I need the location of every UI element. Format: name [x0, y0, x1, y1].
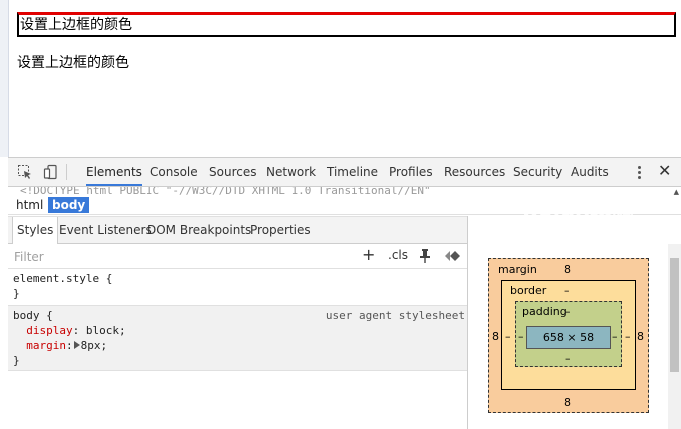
subtab-properties[interactable]: Properties — [250, 217, 311, 243]
close-devtools-icon[interactable]: ✕ — [658, 162, 671, 180]
breadcrumb-html[interactable]: html — [12, 197, 47, 213]
margin-right-value[interactable]: 8 — [637, 330, 644, 343]
rendered-page: 设置上边框的颜色 设置上边框的颜色 — [0, 0, 681, 157]
body-selector[interactable]: body { — [13, 308, 53, 323]
demo-paragraph: 设置上边框的颜色 — [17, 55, 129, 71]
margin-bottom-value[interactable]: 8 — [564, 396, 571, 409]
declaration-margin[interactable]: margin: 8px; — [13, 338, 107, 353]
watermark-url: jingyan.baidu.com — [526, 230, 628, 243]
inspect-element-icon[interactable] — [16, 163, 34, 181]
animations-toggle-icon[interactable] — [444, 248, 460, 262]
more-options-icon[interactable] — [634, 163, 644, 181]
tab-security[interactable]: Security — [513, 158, 562, 186]
styles-filter-input[interactable] — [12, 247, 346, 267]
padding-top-value[interactable]: – — [565, 305, 571, 318]
padding-bottom-value[interactable]: – — [565, 352, 571, 365]
subtab-styles[interactable]: Styles — [12, 217, 59, 244]
element-style-rule: element.style { } — [8, 269, 467, 306]
pane-divider[interactable] — [467, 216, 468, 429]
styles-scrollbar[interactable] — [668, 244, 681, 429]
demo-box-text: 设置上边框的颜色 — [20, 17, 132, 33]
watermark-logo: Baidu经验 — [522, 206, 634, 231]
breadcrumb-body[interactable]: body — [48, 197, 90, 213]
tab-audits[interactable]: Audits — [571, 158, 609, 186]
margin-left-value[interactable]: 8 — [492, 330, 499, 343]
tab-console[interactable]: Console — [150, 158, 198, 186]
prop-value: block; — [85, 324, 126, 337]
border-right-value[interactable]: – — [625, 330, 631, 343]
left-gutter — [0, 0, 9, 157]
rule-origin-label: user agent stylesheet — [325, 309, 465, 322]
device-mode-icon[interactable] — [42, 163, 60, 181]
box-model-border: border – – – padding – – – – 658 × 58 — [501, 280, 636, 390]
border-top-value[interactable]: – — [564, 284, 570, 297]
prop-colon: : — [66, 339, 73, 352]
declaration-display[interactable]: display: block; — [13, 323, 126, 338]
tab-sources[interactable]: Sources — [209, 158, 256, 186]
margin-top-value[interactable]: 8 — [564, 263, 571, 276]
devtools-panel: Elements Console Sources Network Timelin… — [8, 157, 681, 429]
box-model-margin: margin 8 8 8 8 border – – – padding – – … — [488, 258, 649, 413]
prop-name: margin — [26, 339, 66, 352]
baidu-watermark: Baidu经验 jingyan.baidu.com — [522, 200, 672, 260]
subtab-event-listeners[interactable]: Event Listeners — [59, 217, 152, 243]
styles-subtabs: Styles Event Listeners DOM Breakpoints P… — [8, 216, 467, 244]
element-style-close: } — [13, 287, 20, 300]
new-style-rule-button[interactable]: + — [362, 245, 375, 264]
demo-bordered-div: 设置上边框的颜色 — [17, 12, 676, 37]
prop-value: 8px; — [80, 339, 108, 352]
element-style-selector[interactable]: element.style { — [13, 271, 112, 286]
tab-timeline[interactable]: Timeline — [327, 158, 378, 186]
scroll-up-arrow-icon[interactable]: ▲ — [674, 188, 679, 196]
toolbar-separator — [66, 164, 67, 180]
tab-elements[interactable]: Elements — [86, 158, 142, 186]
padding-label: padding — [522, 305, 567, 318]
styles-rules-pane: element.style { } body { user agent styl… — [8, 269, 467, 429]
prop-name: display — [26, 324, 73, 337]
tab-network[interactable]: Network — [266, 158, 316, 186]
prop-colon: : — [72, 324, 86, 337]
body-rule-close: } — [13, 354, 20, 367]
toggle-classes-button[interactable]: .cls — [388, 248, 408, 262]
styles-filter-bar: + .cls — [8, 244, 467, 269]
expand-shorthand-triangle-icon[interactable] — [73, 341, 80, 349]
subtab-dom-breakpoints[interactable]: DOM Breakpoints — [147, 217, 251, 243]
tab-profiles[interactable]: Profiles — [389, 158, 433, 186]
devtools-tabbar: Elements Console Sources Network Timelin… — [8, 158, 681, 187]
force-state-pin-icon[interactable] — [420, 248, 430, 263]
body-style-rule: body { user agent stylesheet display: bl… — [8, 306, 467, 371]
border-label: border — [510, 284, 547, 297]
border-left-value[interactable]: – — [505, 330, 511, 343]
box-model-content[interactable]: 658 × 58 — [526, 326, 611, 349]
scrollbar-thumb[interactable] — [670, 258, 679, 372]
tab-resources[interactable]: Resources — [444, 158, 505, 186]
box-model-padding: padding – – – – 658 × 58 — [515, 301, 622, 367]
margin-label: margin — [498, 263, 537, 276]
padding-left-value[interactable]: – — [518, 330, 524, 343]
padding-right-value[interactable]: – — [612, 330, 618, 343]
